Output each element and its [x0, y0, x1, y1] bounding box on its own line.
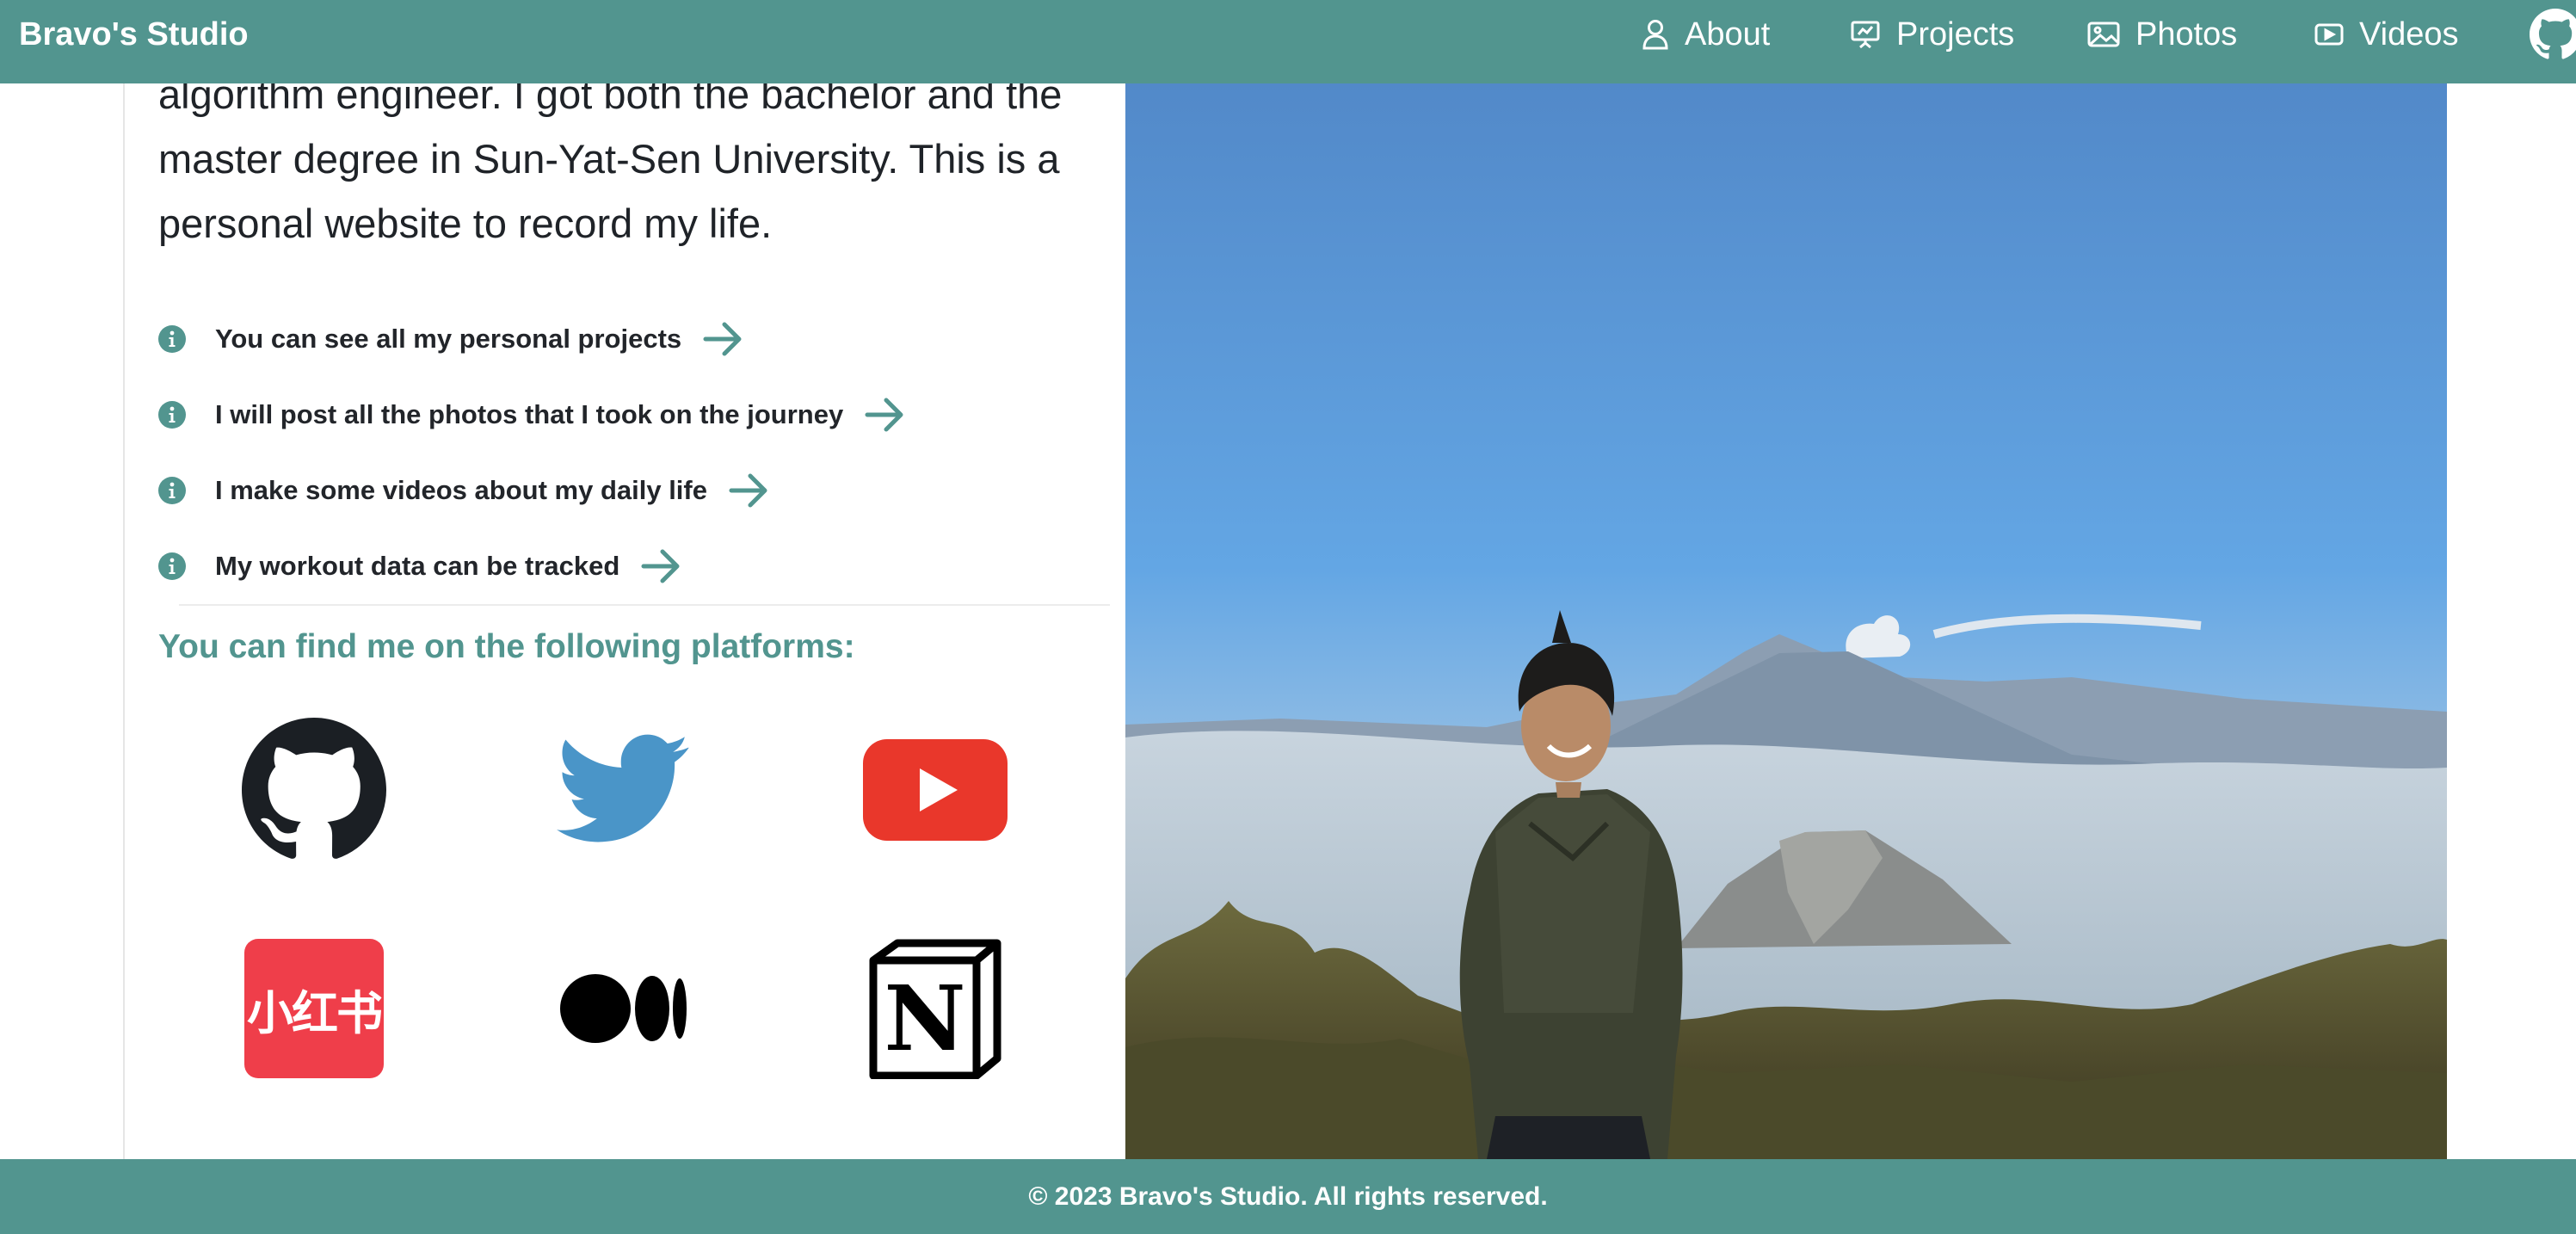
intro-paragraph: algorithm engineer. I got both the bache…	[158, 62, 1113, 256]
github-icon	[2530, 9, 2576, 59]
top-navbar: Bravo's Studio About Projects Photos Vid…	[0, 0, 2576, 83]
platform-link-notion[interactable]: N	[858, 931, 1013, 1086]
nav-item-label: About	[1685, 15, 1771, 52]
notion-icon: N	[869, 939, 1001, 1079]
content-card-border	[123, 83, 125, 1159]
info-icon	[158, 325, 186, 353]
nav-item-videos[interactable]: Videos	[2314, 0, 2459, 69]
hero-photo	[1125, 83, 2447, 1159]
feature-text: I make some videos about my daily life	[215, 475, 707, 505]
info-icon	[158, 477, 186, 504]
github-icon	[242, 718, 386, 859]
feature-text: I will post all the photos that I took o…	[215, 399, 844, 429]
nav-github-link[interactable]	[2530, 0, 2576, 69]
arrow-right-icon[interactable]	[864, 396, 905, 434]
xiaohongshu-icon: 小红书	[244, 939, 384, 1078]
nav-item-projects[interactable]: Projects	[1850, 0, 2014, 69]
youtube-icon	[863, 739, 1008, 841]
user-icon	[1642, 20, 1668, 50]
nav-item-about[interactable]: About	[1642, 0, 1770, 69]
nav-item-label: Photos	[2135, 15, 2238, 52]
presentation-icon	[1851, 21, 1880, 49]
site-footer: © 2023 Bravo's Studio. All rights reserv…	[0, 1159, 2576, 1234]
feature-item-videos[interactable]: I make some videos about my daily life	[158, 453, 1105, 528]
copyright-text: © 2023 Bravo's Studio. All rights reserv…	[1028, 1182, 1548, 1211]
feature-item-photos[interactable]: I will post all the photos that I took o…	[158, 377, 1105, 453]
feature-item-workout[interactable]: My workout data can be tracked	[158, 528, 1105, 604]
video-icon	[2314, 23, 2344, 46]
notion-logo-text: N	[884, 966, 965, 1071]
platform-link-youtube[interactable]	[858, 713, 1013, 867]
medium-icon	[560, 974, 687, 1043]
platform-link-xiaohongshu[interactable]: 小红书	[237, 931, 391, 1086]
feature-list: You can see all my personal projects I w…	[158, 301, 1105, 604]
feature-text: You can see all my personal projects	[215, 324, 682, 354]
platform-link-twitter[interactable]	[546, 713, 701, 867]
platforms-heading: You can find me on the following platfor…	[158, 628, 855, 665]
intro-line: master degree in Sun-Yat-Sen University.…	[158, 136, 1060, 182]
arrow-right-icon[interactable]	[640, 547, 681, 585]
section-divider	[179, 604, 1110, 606]
arrow-right-icon[interactable]	[728, 472, 769, 509]
arrow-right-icon[interactable]	[702, 320, 743, 358]
platform-link-medium[interactable]	[546, 931, 701, 1086]
intro-line: personal website to record my life.	[158, 201, 773, 246]
info-icon	[158, 401, 186, 429]
nav-item-label: Projects	[1896, 15, 2015, 52]
info-icon	[158, 552, 186, 580]
platform-link-github[interactable]	[237, 713, 391, 867]
site-brand[interactable]: Bravo's Studio	[19, 0, 249, 69]
nav-item-label: Videos	[2359, 15, 2459, 52]
nav-item-photos[interactable]: Photos	[2087, 0, 2237, 69]
xiaohongshu-logo-text: 小红书	[247, 987, 383, 1040]
image-icon	[2087, 22, 2120, 47]
twitter-icon	[557, 734, 689, 842]
feature-text: My workout data can be tracked	[215, 551, 620, 581]
feature-item-projects[interactable]: You can see all my personal projects	[158, 301, 1105, 377]
